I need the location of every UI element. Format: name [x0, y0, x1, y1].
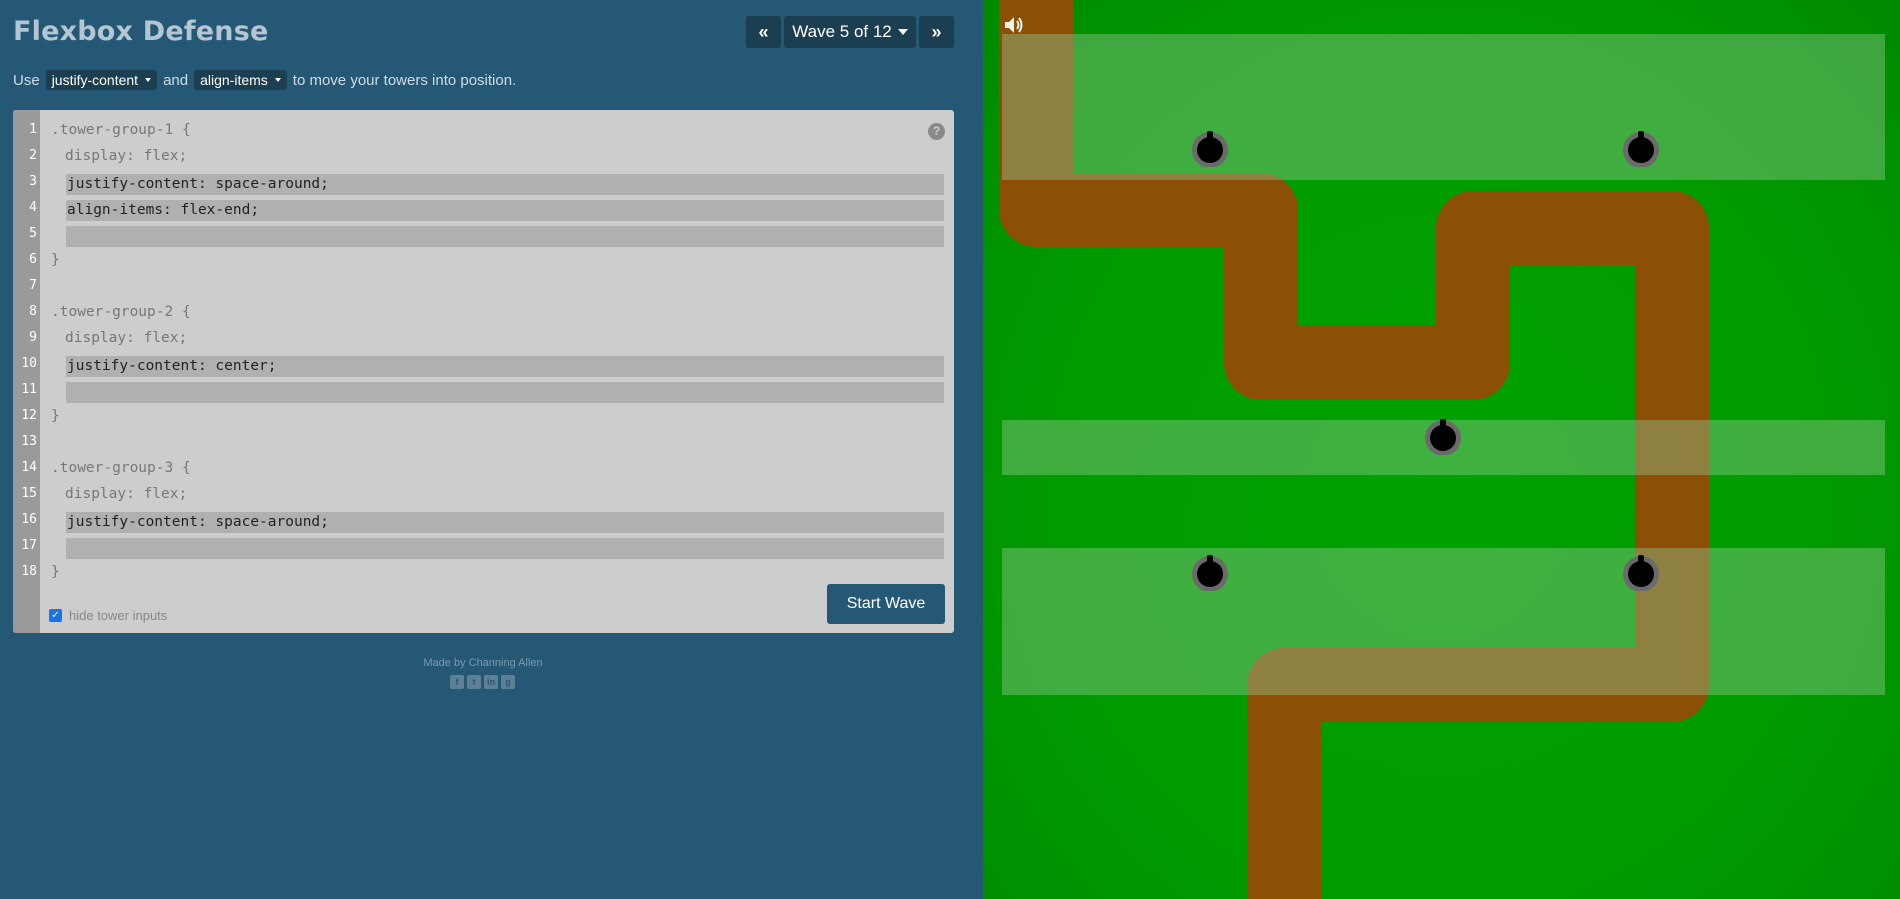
line-number: 11 — [21, 382, 37, 397]
tower-group-3 — [1002, 548, 1885, 695]
empty-input-3[interactable] — [66, 538, 944, 559]
line-number: 5 — [29, 226, 37, 241]
align-items-input-1[interactable]: align-items: flex-end; — [66, 200, 944, 221]
line-number: 7 — [29, 278, 37, 293]
tower — [1192, 555, 1228, 591]
hide-tower-inputs-toggle[interactable]: ✓ hide tower inputs — [49, 608, 167, 623]
social-links: f t in g — [450, 675, 515, 689]
line-number: 3 — [29, 174, 37, 189]
github-icon[interactable]: g — [501, 675, 515, 689]
caret-down-icon — [145, 78, 152, 82]
line-number: 10 — [21, 356, 37, 371]
tower — [1623, 131, 1659, 167]
credit-text: Made by Channing Allen — [423, 657, 543, 669]
prev-wave-button[interactable]: « — [746, 16, 781, 48]
next-wave-button[interactable]: » — [919, 16, 954, 48]
game-title: Flexbox Defense — [13, 16, 269, 47]
code-line: .tower-group-1 { — [51, 122, 191, 138]
tower — [1425, 419, 1461, 455]
tower — [1623, 555, 1659, 591]
line-number: 13 — [21, 434, 37, 449]
start-wave-button[interactable]: Start Wave — [827, 584, 945, 624]
code-line: display: flex; — [65, 330, 188, 346]
wave-label: Wave 5 of 12 — [792, 22, 892, 41]
game-board — [983, 0, 1900, 899]
css-editor: 1 2 3 4 5 6 7 8 9 10 11 12 13 14 15 16 1… — [13, 110, 954, 633]
line-number: 16 — [21, 512, 37, 527]
instructions-use: Use — [13, 71, 40, 89]
code-line: .tower-group-3 { — [51, 460, 191, 476]
justify-content-input-1[interactable]: justify-content: space-around; — [66, 174, 944, 195]
facebook-icon[interactable]: f — [450, 675, 464, 689]
tower-group-2 — [1002, 419, 1885, 475]
line-number: 12 — [21, 408, 37, 423]
line-number: 6 — [29, 252, 37, 267]
hide-tower-inputs-label: hide tower inputs — [69, 608, 168, 623]
line-number-gutter: 1 2 3 4 5 6 7 8 9 10 11 12 13 14 15 16 1… — [13, 110, 40, 633]
justify-content-input-3[interactable]: justify-content: space-around; — [66, 512, 944, 533]
twitter-icon[interactable]: t — [467, 675, 481, 689]
caret-down-icon — [274, 78, 281, 82]
line-number: 17 — [21, 538, 37, 553]
wave-select-dropdown[interactable]: Wave 5 of 12 — [784, 16, 916, 48]
caret-down-icon — [897, 29, 908, 35]
sound-icon[interactable] — [1003, 14, 1025, 36]
line-number: 18 — [21, 564, 37, 579]
line-number: 4 — [29, 200, 37, 215]
instructions-and: and — [163, 71, 189, 89]
line-number: 9 — [29, 330, 37, 345]
editor-panel: Flexbox Defense « Wave 5 of 12 » Use jus… — [0, 0, 983, 899]
empty-input-1[interactable] — [66, 226, 944, 247]
wave-navigation: « Wave 5 of 12 » — [746, 16, 954, 48]
tower-group-1 — [1002, 34, 1885, 180]
code-line: } — [51, 252, 60, 268]
prop1-label: justify-content — [51, 72, 139, 88]
checkbox-checked-icon[interactable]: ✓ — [49, 609, 62, 622]
tower — [1192, 131, 1228, 167]
align-items-dropdown[interactable]: align-items — [194, 70, 287, 90]
code-line: display: flex; — [65, 148, 188, 164]
line-number: 15 — [21, 486, 37, 501]
justify-content-input-2[interactable]: justify-content: center; — [66, 356, 944, 377]
line-number: 14 — [21, 460, 37, 475]
linkedin-icon[interactable]: in — [484, 675, 498, 689]
instructions: Use justify-content and align-items to m… — [13, 70, 516, 90]
code-line: .tower-group-2 { — [51, 304, 191, 320]
prop2-label: align-items — [200, 72, 268, 88]
code-line: } — [51, 564, 60, 580]
code-line: display: flex; — [65, 486, 188, 502]
help-icon[interactable]: ? — [928, 123, 945, 140]
line-number: 1 — [29, 122, 37, 137]
line-number: 2 — [29, 148, 37, 163]
empty-input-2[interactable] — [66, 382, 944, 403]
justify-content-dropdown[interactable]: justify-content — [45, 70, 158, 90]
code-line: } — [51, 408, 60, 424]
instructions-suffix: to move your towers into position. — [292, 71, 517, 89]
line-number: 8 — [29, 304, 37, 319]
